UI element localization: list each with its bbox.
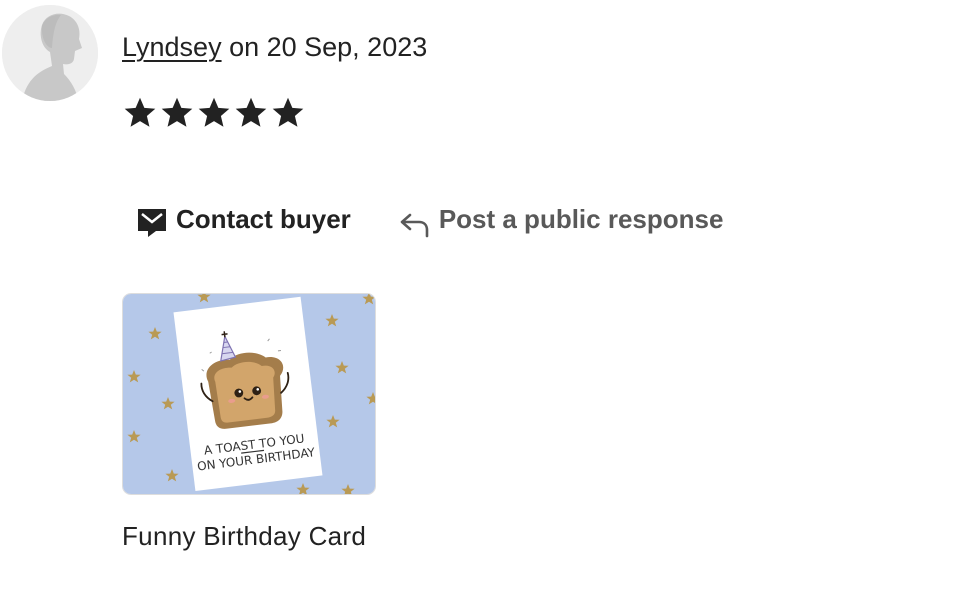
default-avatar-icon (2, 5, 98, 101)
star-icon (124, 97, 156, 127)
star-icon (161, 97, 193, 127)
star-icon (235, 97, 267, 127)
post-public-response-button[interactable]: Post a public response (399, 196, 724, 242)
review-header: Lyndsey on 20 Sep, 2023 (122, 29, 427, 65)
review-actions: Contact buyer Post a public response (122, 196, 723, 242)
star-icon (272, 97, 304, 127)
star-rating (122, 95, 306, 131)
product-thumbnail[interactable]: A TOAST TO YOU ON YOUR BIRTHDAY (122, 293, 376, 495)
review-date: on 20 Sep, 2023 (221, 32, 428, 62)
envelope-icon (138, 209, 166, 237)
contact-buyer-button[interactable]: Contact buyer (122, 196, 351, 242)
product-title-link[interactable]: Funny Birthday Card (122, 518, 366, 554)
birthday-card-image: A TOAST TO YOU ON YOUR BIRTHDAY (123, 294, 375, 494)
post-public-response-label: Post a public response (438, 203, 724, 234)
reviewer-avatar[interactable] (2, 5, 98, 101)
reviewer-name-link[interactable]: Lyndsey (122, 32, 222, 62)
greeting-card: A TOAST TO YOU ON YOUR BIRTHDAY (173, 296, 323, 492)
reply-arrow-icon (400, 213, 429, 238)
star-icon (198, 97, 230, 127)
contact-buyer-label: Contact buyer (176, 203, 351, 234)
